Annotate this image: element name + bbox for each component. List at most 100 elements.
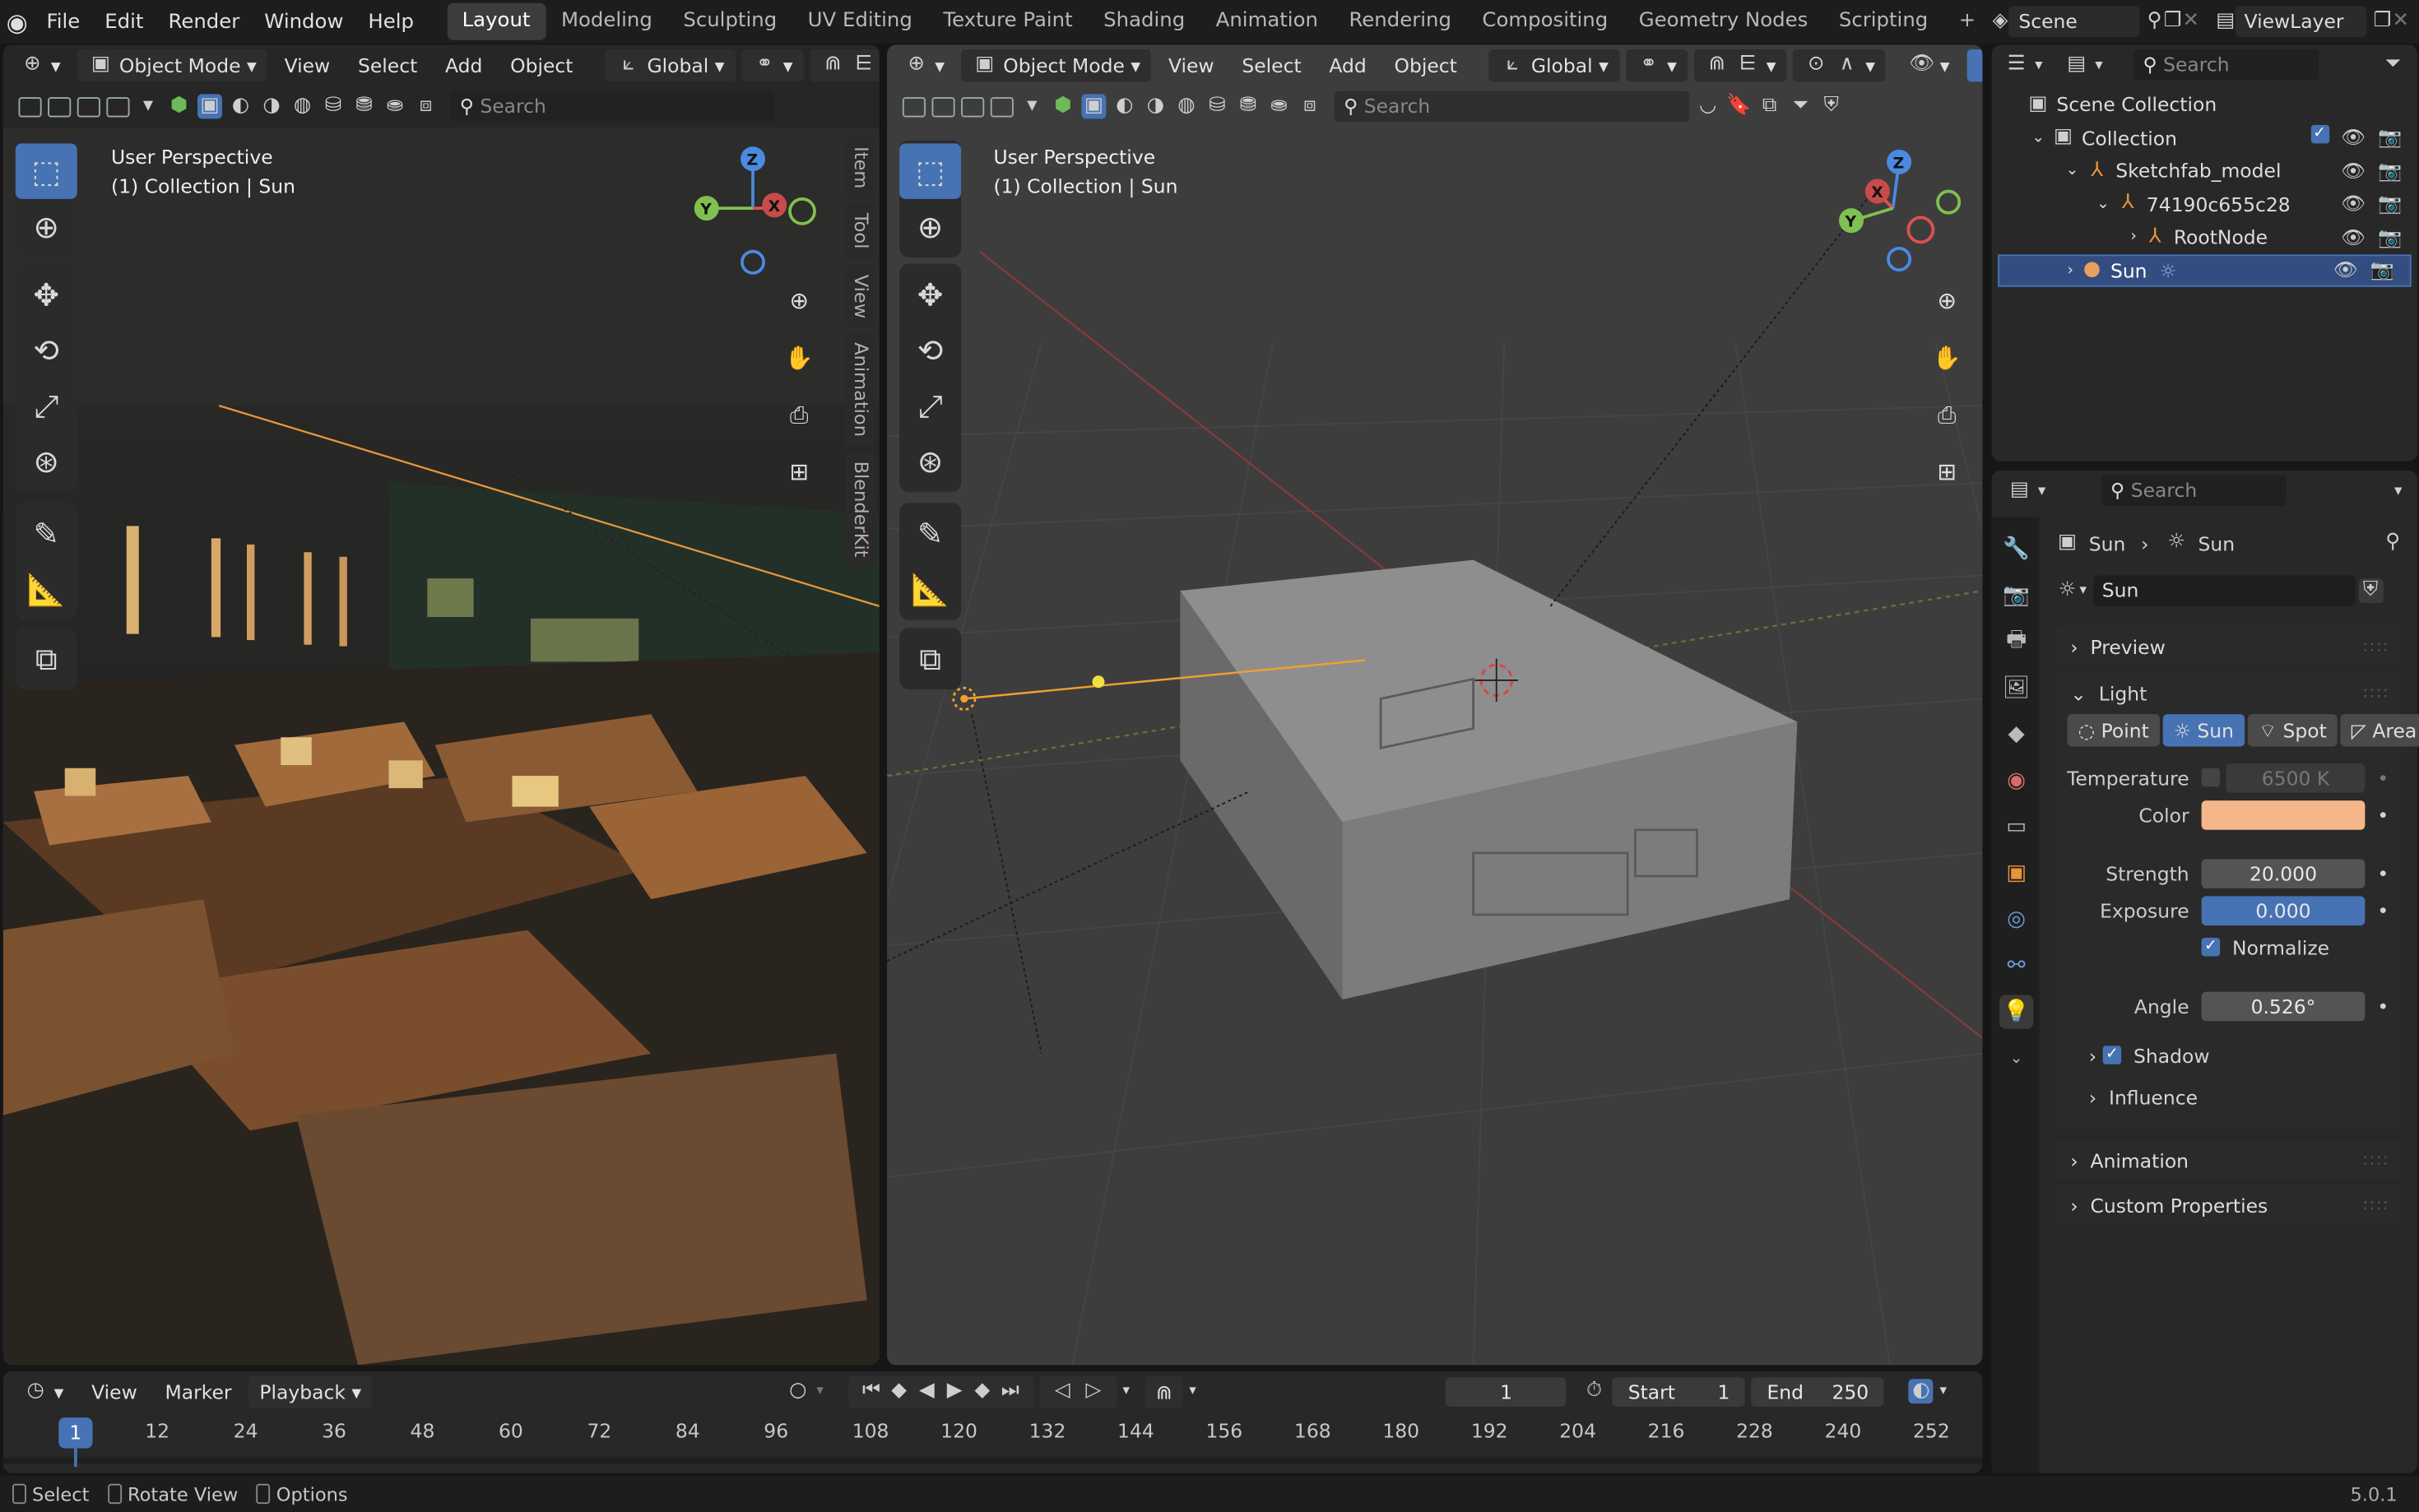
nav-gizmo-right[interactable]: Z X Y [1832, 143, 1974, 276]
scene-icon[interactable]: ◈ [1991, 9, 2009, 34]
rotate-tool-right[interactable]: ⟲ [899, 322, 961, 378]
cursor-tool[interactable]: ⊕ [16, 199, 77, 255]
menu-edit[interactable]: Edit [92, 10, 156, 33]
bookmark-icon[interactable]: 🔖 [1726, 94, 1751, 118]
scale-tool[interactable]: ⤢ [16, 378, 77, 434]
outliner-filter-icon[interactable]: ⏷ [2380, 53, 2405, 77]
shading-material-icon-right[interactable]: ◐ [1112, 94, 1137, 118]
panel-animation[interactable]: › Animation:::: [2055, 1139, 2403, 1180]
prev-key-icon[interactable]: ◁ [1050, 1379, 1075, 1403]
gizmo-toggle-icon[interactable]: ⤡ [1966, 49, 1983, 81]
shading-wire-icon[interactable]: ◍ [290, 94, 315, 118]
new-scene-icon[interactable]: ❐ [2164, 9, 2182, 34]
annotate-tool[interactable]: ✎ [16, 506, 77, 562]
select-intersect-icon-right[interactable] [990, 96, 1014, 117]
camera-icon[interactable]: 📷 [2378, 225, 2402, 249]
eye-icon[interactable]: 👁 [2341, 125, 2366, 150]
eye-icon[interactable]: 👁 [2341, 225, 2366, 249]
tab-tool[interactable]: Tool [845, 204, 876, 259]
playback-dropdown[interactable]: Playback ▾ [248, 1375, 373, 1408]
camera-icon[interactable]: 📷 [2378, 125, 2402, 150]
shading-render-icon-right[interactable]: ◑ [1143, 94, 1168, 118]
menu-object[interactable]: Object [499, 49, 584, 81]
select-mode-icon-right[interactable] [902, 96, 926, 117]
select-intersect-icon[interactable] [106, 96, 130, 117]
measure-tool-right[interactable]: 📐 [899, 562, 961, 618]
timeline-menu-marker[interactable]: Marker [154, 1375, 242, 1408]
end-frame-field[interactable]: End 250 [1751, 1376, 1884, 1407]
strength-field[interactable]: 20.000 [2201, 858, 2366, 888]
select-box-tool[interactable]: ⬚ [15, 143, 77, 199]
tab-animation[interactable]: Animation [1200, 3, 1334, 40]
asset2-icon[interactable]: ⛃ [352, 94, 377, 118]
eye-icon[interactable]: 👁 [2333, 258, 2358, 283]
scale-tool-right[interactable]: ⤢ [899, 378, 961, 434]
display-mode-icon[interactable]: ▤ [2064, 53, 2089, 77]
collection-tab-icon[interactable]: ▭ [1999, 809, 2033, 843]
output-tab-icon[interactable]: 🖶 [1999, 624, 2033, 658]
timeline-menu-view[interactable]: View [81, 1375, 148, 1408]
snap-timeline-icon[interactable]: ⋒ [1144, 1375, 1183, 1408]
normalize-checkbox[interactable]: ✓ [2201, 938, 2221, 957]
zoom-icon[interactable]: ⊕ [778, 279, 821, 322]
menu-file[interactable]: File [34, 10, 92, 33]
shading-wire-icon-right[interactable]: ◍ [1174, 94, 1199, 118]
pivot-dropdown-right[interactable]: ⚭ ▾ [1625, 49, 1688, 81]
tab-rendering[interactable]: Rendering [1334, 3, 1467, 40]
menu-add-right[interactable]: Add [1318, 49, 1377, 81]
rotate-tool[interactable]: ⟲ [16, 322, 77, 378]
asset-icon-right[interactable]: ⛁ [1205, 94, 1229, 118]
camera-view-icon-right[interactable]: ⎙ [1925, 393, 1969, 437]
asset2-icon-right[interactable]: ⛃ [1236, 94, 1261, 118]
visibility-icon[interactable]: 👁 ▾ [1898, 49, 1961, 81]
keyframe-dot-icon[interactable]: • [2377, 803, 2389, 826]
tab-scripting[interactable]: Scripting [1823, 3, 1943, 40]
tree-sun[interactable]: › ● Sun ☼ 👁 📷 [1998, 253, 2412, 287]
timeline-scrubber[interactable] [2, 1413, 1983, 1469]
view-layer-field[interactable]: ViewLayer [2235, 6, 2368, 37]
properties-search-input[interactable]: ⚲ Search [2101, 475, 2287, 506]
outliner-search-input[interactable]: ⚲ Search [2133, 49, 2319, 81]
camera-icon[interactable]: 📷 [2378, 159, 2402, 183]
move-tool-right[interactable]: ✥ [899, 267, 961, 322]
shadow-subpanel[interactable]: › ✓ Shadow [2055, 1037, 2403, 1074]
temperature-checkbox[interactable] [2201, 768, 2221, 787]
transform-tool[interactable]: ⊛ [16, 434, 77, 489]
next-key-icon[interactable]: ▷ [1081, 1379, 1106, 1403]
menu-window[interactable]: Window [252, 10, 355, 33]
select-mode-icon[interactable] [18, 96, 42, 117]
world-tab-icon[interactable]: ◉ [1999, 763, 2033, 797]
viewport-search-input[interactable]: ⚲ Search [450, 90, 775, 123]
tree-collection[interactable]: ⌄ ▣ Collection ✓ 👁 📷 [1992, 121, 2418, 154]
nav-gizmo-left[interactable]: Z X Y [694, 143, 827, 276]
object-tab-icon[interactable]: ▣ [1999, 856, 2033, 890]
shield-icon[interactable]: ⛨ [1819, 94, 1844, 118]
light-type-point[interactable]: ◌ Point [2067, 714, 2160, 747]
tab-sculpting[interactable]: Sculpting [668, 3, 792, 40]
light-type-spot[interactable]: ⌔ Spot [2247, 714, 2338, 747]
constraints-tab-icon[interactable]: ⚯ [1999, 948, 2033, 982]
panel-light-header[interactable]: ⌄ Light:::: [2055, 671, 2403, 715]
shading-solid-icon[interactable]: ▣ [197, 94, 222, 119]
light-data-tab-icon[interactable]: 💡 [1999, 995, 2034, 1029]
tree-74190c655c28[interactable]: ⌄ ⅄ 74190c655c28 👁 📷 [1992, 188, 2418, 220]
scene-tab-icon[interactable]: ◆ [1999, 717, 2033, 751]
physics-tab-icon[interactable]: ◎ [1999, 902, 2033, 936]
measure-tool[interactable]: 📐 [16, 562, 77, 618]
properties-options-dropdown[interactable]: ▾ [2394, 482, 2402, 499]
light-datablock-icon[interactable]: ☼ [2055, 578, 2080, 603]
tree-rootnode[interactable]: › ⅄ RootNode 👁 📷 [1992, 220, 2418, 253]
outliner-editor-icon[interactable]: ☰ [2004, 53, 2029, 77]
keyframe-dot-icon[interactable]: • [2377, 994, 2389, 1017]
shading-material-icon[interactable]: ◐ [229, 94, 253, 118]
select-box-tool-right[interactable]: ⬚ [899, 143, 962, 199]
play-reverse-icon[interactable]: ◀ [914, 1379, 939, 1403]
select-subtract-icon[interactable] [77, 96, 100, 117]
add-cube-tool[interactable]: ⧉ [16, 631, 77, 687]
filter-icon[interactable]: ⏷ [1788, 94, 1813, 118]
pin-icon[interactable]: ⚲ [2146, 9, 2164, 34]
tab-uv-editing[interactable]: UV Editing [792, 3, 928, 40]
tab-animation-side[interactable]: Animation [845, 333, 876, 447]
shading-render-icon[interactable]: ◑ [259, 94, 284, 118]
tool-tab-icon[interactable]: 🔧 [1999, 532, 2033, 566]
